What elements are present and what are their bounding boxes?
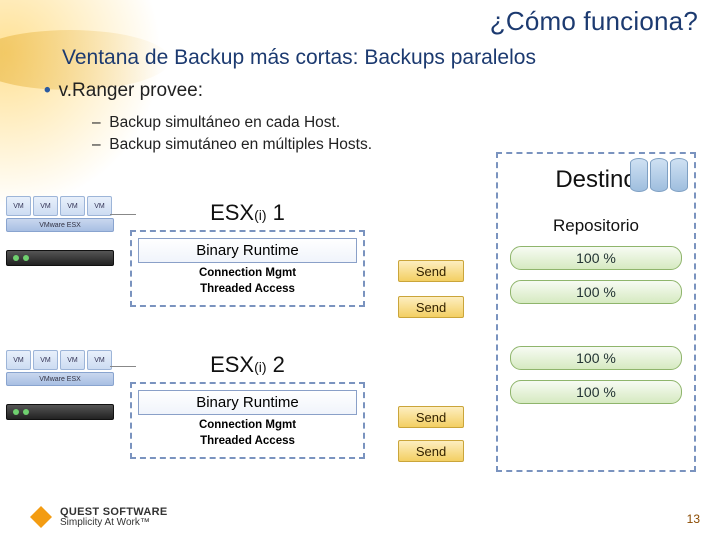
repositorio-label: Repositorio (498, 216, 694, 236)
vm-icon: VM (60, 350, 85, 370)
cylinder-icon (670, 158, 688, 192)
binary-runtime-box: Binary Runtime (138, 390, 357, 415)
subbullet-list: – Backup simultáneo en cada Host. – Back… (92, 112, 372, 157)
footer-tagline: Simplicity At Work™ (60, 518, 167, 528)
spacer (498, 304, 694, 336)
vm-icon: VM (6, 196, 31, 216)
esx-label-2: ESX(i) 2 (130, 352, 365, 378)
vm-icon: VM (60, 196, 85, 216)
esx-block-1: ESX(i) 1 Binary Runtime Connection Mgmt … (130, 200, 365, 307)
host-rack-1: VM VM VM VM VMware ESX (6, 196, 114, 266)
send-badge-2: Send (398, 296, 464, 318)
connector-line (110, 214, 136, 215)
esx-label-text: ESX (210, 200, 254, 225)
subbullet-2-text: Backup simutáneo en múltiples Hosts. (109, 136, 372, 153)
vm-icon: VM (33, 350, 58, 370)
esx-bar-label: VMware ESX (6, 218, 114, 232)
page-title: ¿Cómo funciona? (490, 6, 698, 37)
esx-label-1: ESX(i) 1 (130, 200, 365, 226)
esx-box: Binary Runtime Connection Mgmt Threaded … (130, 230, 365, 307)
progress-bar-4: 100 % (510, 380, 682, 404)
vm-icon: VM (87, 350, 112, 370)
server-icon (6, 250, 114, 266)
esx-block-2: ESX(i) 2 Binary Runtime Connection Mgmt … (130, 352, 365, 459)
vm-row: VM VM VM VM (6, 350, 114, 370)
vm-row: VM VM VM VM (6, 196, 114, 216)
esx-bar-label: VMware ESX (6, 372, 114, 386)
bullet-provee: •v.Ranger provee: (44, 80, 203, 102)
host-rack-2: VM VM VM VM VMware ESX (6, 350, 114, 420)
esx-label-text: ESX (210, 352, 254, 377)
bullet-dot-icon: • (44, 80, 59, 101)
cylinder-icon (650, 158, 668, 192)
send-badge-1: Send (398, 260, 464, 282)
vm-icon: VM (6, 350, 31, 370)
server-icon (6, 404, 114, 420)
subbullet-2: – Backup simutáneo en múltiples Hosts. (92, 134, 372, 156)
bullet-provee-text: v.Ranger provee: (59, 80, 203, 101)
send-badge-4: Send (398, 440, 464, 462)
subbullet-1: – Backup simultáneo en cada Host. (92, 112, 372, 134)
cylinder-icon (630, 158, 648, 192)
connection-mgmt-label: Connection Mgmt (138, 419, 357, 431)
footer-brand: QUEST SOFTWARE (60, 507, 167, 518)
footer-branding: QUEST SOFTWARE Simplicity At Work™ (30, 506, 167, 528)
connection-mgmt-label: Connection Mgmt (138, 267, 357, 279)
page-subtitle: Ventana de Backup más cortas: Backups pa… (62, 46, 700, 70)
progress-bar-1: 100 % (510, 246, 682, 270)
esx-label-sub: (i) (254, 207, 266, 223)
progress-bar-2: 100 % (510, 280, 682, 304)
vm-icon: VM (33, 196, 58, 216)
vm-icon: VM (87, 196, 112, 216)
destino-panel: Destino Repositorio 100 % 100 % 100 % 10… (496, 152, 696, 472)
esx-label-sub: (i) (254, 359, 266, 375)
threaded-access-label: Threaded Access (138, 435, 357, 447)
quest-logo-icon (30, 506, 52, 528)
footer-text: QUEST SOFTWARE Simplicity At Work™ (60, 507, 167, 528)
esx-label-num: 2 (267, 352, 285, 377)
page-number: 13 (687, 512, 700, 526)
esx-label-num: 1 (267, 200, 285, 225)
threaded-access-label: Threaded Access (138, 283, 357, 295)
progress-bar-3: 100 % (510, 346, 682, 370)
storage-cylinders (630, 158, 688, 192)
subbullet-1-text: Backup simultáneo en cada Host. (109, 114, 340, 131)
binary-runtime-box: Binary Runtime (138, 238, 357, 263)
connector-line (110, 366, 136, 367)
esx-box: Binary Runtime Connection Mgmt Threaded … (130, 382, 365, 459)
send-badge-3: Send (398, 406, 464, 428)
